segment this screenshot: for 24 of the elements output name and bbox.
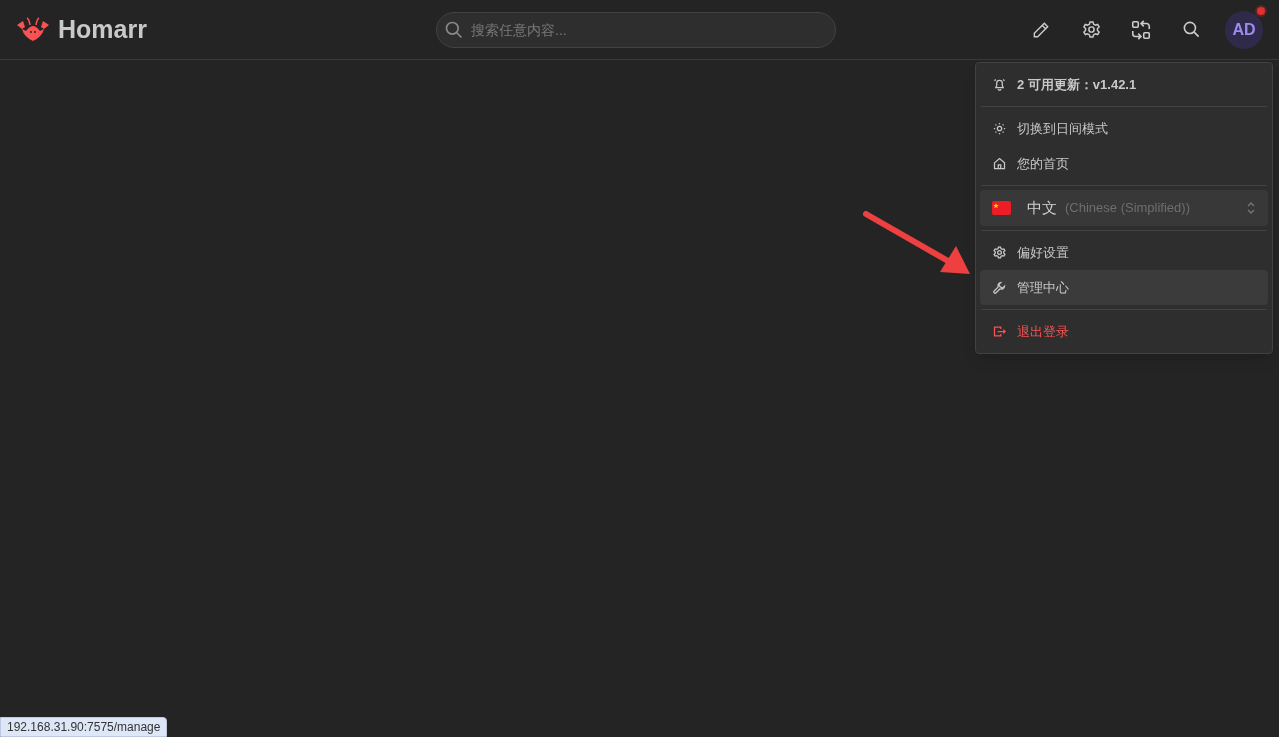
sun-icon xyxy=(992,121,1007,136)
bell-icon xyxy=(992,77,1007,92)
search-field[interactable]: 搜索任意内容... xyxy=(436,11,836,48)
home-icon xyxy=(992,156,1007,171)
chevron-updown-icon xyxy=(1246,201,1256,215)
pencil-icon xyxy=(1031,19,1051,40)
settings-icon xyxy=(1080,19,1102,40)
settings-icon xyxy=(992,245,1007,260)
search-icon xyxy=(444,19,464,40)
user-avatar[interactable]: AD xyxy=(1225,10,1263,49)
search-icon xyxy=(1181,20,1201,39)
swap-icon xyxy=(1130,18,1152,41)
wrench-icon xyxy=(992,280,1007,295)
menu-item[interactable]: 管理中心 xyxy=(980,270,1268,305)
menu-item[interactable]: 切换到日间模式 xyxy=(980,111,1268,146)
logout-item[interactable]: 退出登录 xyxy=(980,314,1268,349)
menu-item[interactable]: 您的首页 xyxy=(980,146,1268,181)
flag-icon xyxy=(992,201,1011,215)
update-notice: 2 可用更新：v1.42.1 xyxy=(980,67,1268,102)
lobster-logo-icon xyxy=(16,16,50,43)
logout-icon xyxy=(992,324,1007,339)
status-url: 192.168.31.90:7575/manage xyxy=(0,717,168,737)
menu-item[interactable]: 偏好设置 xyxy=(980,235,1268,270)
brand-name[interactable]: Homarr xyxy=(58,10,147,49)
